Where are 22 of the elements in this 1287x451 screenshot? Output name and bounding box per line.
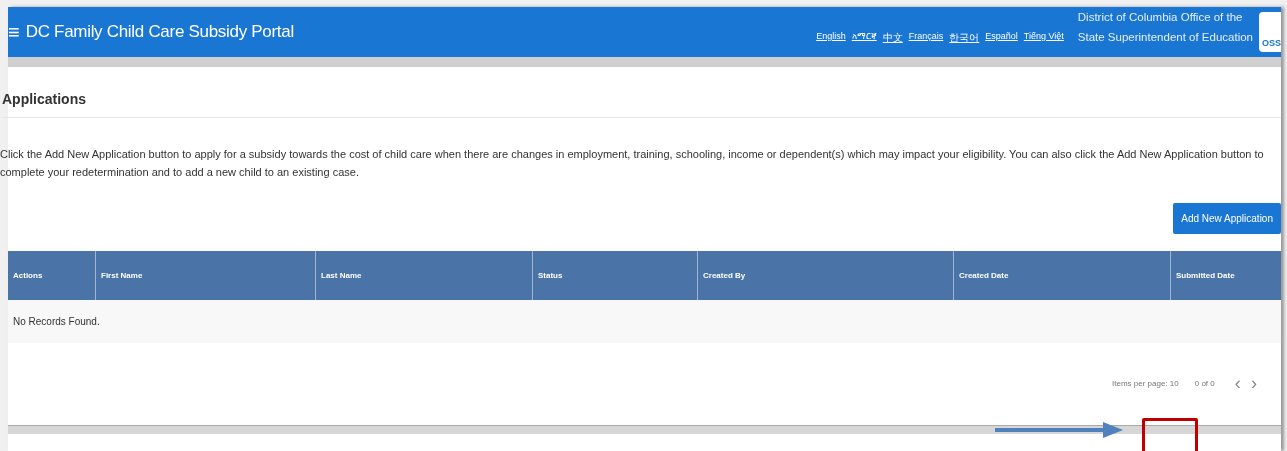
page-title: Applications bbox=[2, 67, 1281, 118]
add-application-button[interactable]: Add New Application bbox=[1173, 203, 1281, 234]
next-page-button[interactable]: › bbox=[1247, 373, 1261, 394]
page-range: 0 of 0 bbox=[1194, 379, 1215, 388]
empty-message: No Records Found. bbox=[8, 300, 1281, 343]
highlight-box bbox=[1142, 418, 1198, 451]
items-per-page: Items per page: 10 bbox=[1112, 379, 1179, 388]
language-link[interactable]: Tiếng Việt bbox=[1023, 31, 1064, 45]
language-link[interactable]: አማርኛ bbox=[851, 31, 877, 45]
language-link[interactable]: Français bbox=[908, 31, 944, 45]
instructions-text: Click the Add New Application button to apply for a subsidy towards the cost of child care when there are changes in employment, training, schooling, income or dependent(s) which may impact your eligibility. You can also click the Add New Application button to complete your redetermination and to add a new child to an existing case. bbox=[0, 147, 1265, 180]
language-link[interactable]: Español bbox=[985, 31, 1018, 45]
agency-logo: OSS bbox=[1259, 12, 1281, 52]
previous-page-button[interactable]: ‹ bbox=[1230, 373, 1245, 394]
menu-icon[interactable]: ≡ bbox=[8, 22, 20, 42]
agency-name: District of Columbia Office of the bbox=[1077, 10, 1244, 25]
language-link[interactable]: English bbox=[816, 31, 846, 45]
agency-name: State Superintendent of Education bbox=[1077, 30, 1253, 45]
portal-title: DC Family Child Care Subsidy Portal bbox=[25, 22, 294, 42]
column-header[interactable]: Actions bbox=[8, 251, 95, 300]
language-link[interactable]: 한국어 bbox=[949, 31, 980, 45]
language-link[interactable]: 中文 bbox=[882, 31, 903, 45]
